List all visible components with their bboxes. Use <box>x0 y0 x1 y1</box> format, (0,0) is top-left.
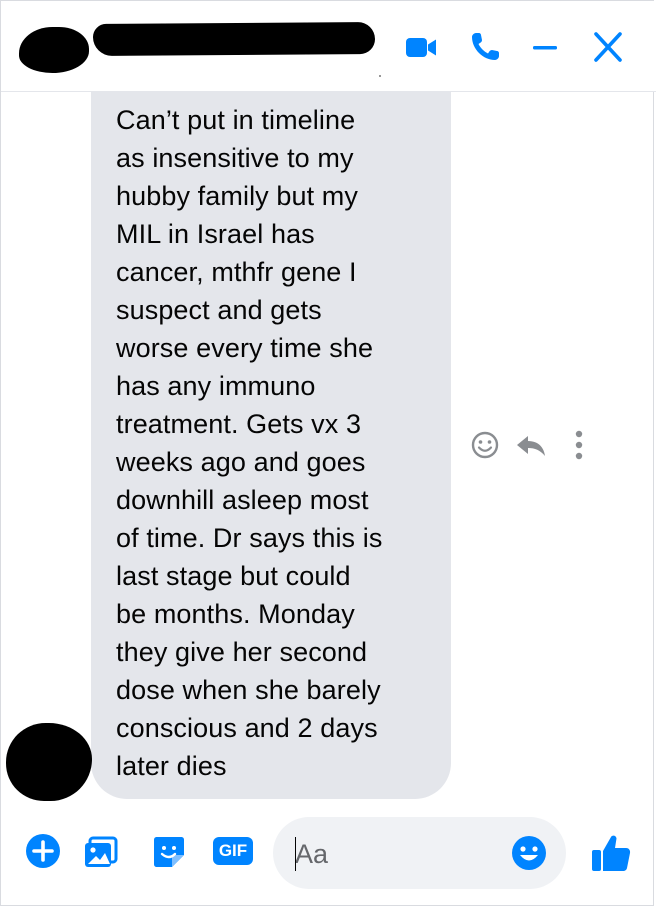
thumbs-up-icon <box>592 835 631 871</box>
close-icon <box>594 32 622 62</box>
react-button[interactable] <box>467 427 503 463</box>
contact-avatar-redacted[interactable] <box>19 27 89 73</box>
reply-button[interactable] <box>513 427 549 463</box>
text-caret <box>295 837 296 871</box>
message-input[interactable] <box>293 835 507 873</box>
gif-button[interactable]: GIF <box>211 831 255 871</box>
minimize-icon <box>533 46 557 50</box>
sticker-button[interactable] <box>149 831 189 871</box>
photo-icon <box>85 836 118 867</box>
gif-label: GIF <box>218 841 248 860</box>
plus-icon <box>26 834 60 868</box>
like-button[interactable] <box>589 831 633 875</box>
video-call-button[interactable] <box>401 27 441 67</box>
close-button[interactable] <box>587 27 627 67</box>
smile-icon <box>471 431 499 459</box>
contact-name-redacted[interactable] <box>92 22 376 56</box>
phone-icon <box>472 33 499 60</box>
message-composer: GIF <box>1 817 656 903</box>
video-camera-icon <box>406 38 436 57</box>
emoji-button[interactable] <box>509 833 549 873</box>
message-input-container[interactable] <box>273 817 566 889</box>
chat-window: Can’t put in timeline as insensitive to … <box>0 0 656 906</box>
more-icon <box>575 430 583 460</box>
message-text: Can’t put in timeline as insensitive to … <box>116 105 383 781</box>
attach-photo-button[interactable] <box>81 831 121 871</box>
status-dot <box>379 75 381 77</box>
message-bubble[interactable]: Can’t put in timeline as insensitive to … <box>91 91 451 799</box>
sender-avatar-redacted[interactable] <box>6 723 92 801</box>
reply-icon <box>517 436 545 456</box>
chat-header <box>1 1 656 92</box>
voice-call-button[interactable] <box>465 27 505 67</box>
more-actions-button[interactable] <box>23 831 63 871</box>
more-options-button[interactable] <box>561 427 597 463</box>
emoji-icon <box>512 836 546 870</box>
sticker-icon <box>154 837 184 867</box>
minimize-button[interactable] <box>525 27 565 67</box>
